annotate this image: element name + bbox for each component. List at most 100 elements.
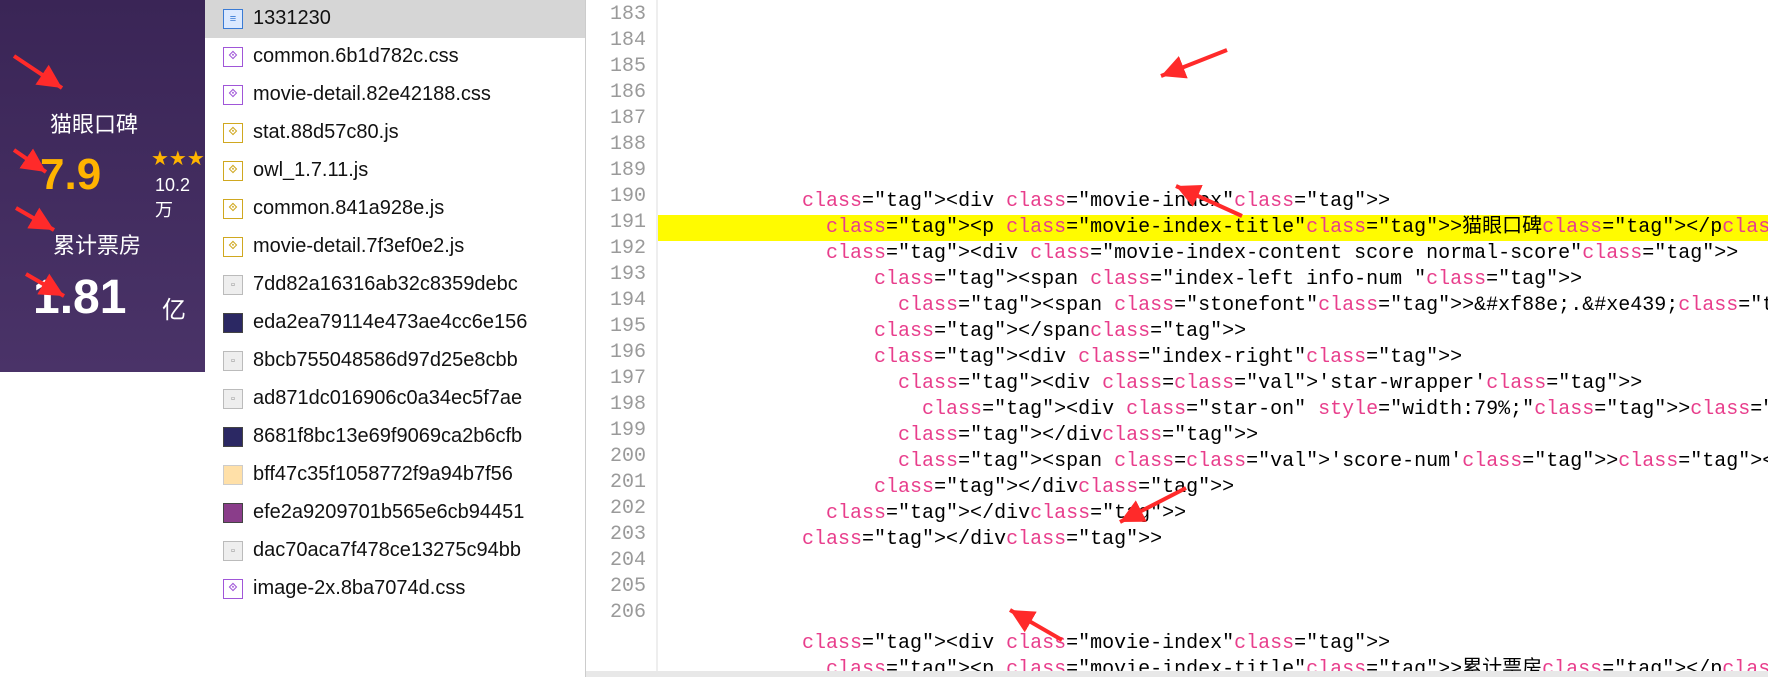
annotation-arrow-icon <box>1153 0 1249 128</box>
boxoffice-value: 1.81 <box>33 270 126 325</box>
code-panel: 1831841851861871881891901911921931941951… <box>586 0 1768 677</box>
file-row[interactable]: ⟐ movie-detail.7f3ef0e2.js <box>205 228 585 266</box>
file-row[interactable]: ≡ 1331230 <box>205 0 585 38</box>
file-row[interactable]: ⟐ movie-detail.82e42188.css <box>205 76 585 114</box>
code-line[interactable] <box>658 163 1768 189</box>
file-row[interactable]: ⟐ stat.88d57c80.js <box>205 114 585 152</box>
code-line[interactable]: class="tag"><div class="index-right"clas… <box>658 345 1768 371</box>
star-icon: ★★★ <box>151 146 205 171</box>
line-number: 199 <box>586 418 656 444</box>
code-line[interactable]: class="tag"><div class="movie-index"clas… <box>658 189 1768 215</box>
file-name: image-2x.8ba7074d.css <box>253 577 465 600</box>
file-name: 7dd82a16316ab32c8359debc <box>253 273 518 296</box>
line-number: 193 <box>586 262 656 288</box>
file-name: dac70aca7f478ce13275c94bb <box>253 539 521 562</box>
line-number: 190 <box>586 184 656 210</box>
file-list-panel: ≡ 1331230 ⟐ common.6b1d782c.css ⟐ movie-detai… <box>205 0 586 677</box>
rating-label: 猫眼口碑 <box>50 107 138 139</box>
line-number: 194 <box>586 288 656 314</box>
file-name: 8bcb755048586d97d25e8cbb <box>253 349 518 372</box>
line-number: 198 <box>586 392 656 418</box>
line-number: 203 <box>586 522 656 548</box>
file-row[interactable]: ▫ ad871dc016906c0a34ec5f7ae <box>205 380 585 418</box>
line-number: 186 <box>586 80 656 106</box>
line-number: 187 <box>586 106 656 132</box>
code-line[interactable]: class="tag"><span class="stonefont"class… <box>658 293 1768 319</box>
code-line[interactable]: class="tag"></divclass="tag">> <box>658 423 1768 449</box>
boxoffice-unit: 亿 <box>162 290 186 325</box>
line-number: 204 <box>586 548 656 574</box>
file-name: efe2a9209701b565e6cb94451 <box>253 501 524 524</box>
file-row[interactable]: eda2ea79114e473ae4cc6e156 <box>205 304 585 342</box>
line-number: 189 <box>586 158 656 184</box>
line-number: 197 <box>586 366 656 392</box>
code-line[interactable]: class="tag"><div class="star-on" style="… <box>658 397 1768 423</box>
file-name: movie-detail.7f3ef0e2.js <box>253 235 464 258</box>
css-file-icon: ⟐ <box>223 47 243 67</box>
file-row[interactable]: ⟐ image-2x.8ba7074d.css <box>205 570 585 608</box>
horizontal-scrollbar[interactable] <box>586 671 1768 677</box>
js-file-icon: ⟐ <box>223 161 243 181</box>
file-row[interactable]: bff47c35f1058772f9a94b7f56 <box>205 456 585 494</box>
code-line[interactable] <box>658 605 1768 631</box>
file-row[interactable]: ▫ dac70aca7f478ce13275c94bb <box>205 532 585 570</box>
line-number: 205 <box>586 574 656 600</box>
code-line[interactable]: class="tag"><p class="movie-index-title"… <box>658 215 1768 241</box>
code-line[interactable]: class="tag"><div class="movie-index"clas… <box>658 631 1768 657</box>
file-name: common.6b1d782c.css <box>253 45 459 68</box>
file-row[interactable]: ⟐ common.6b1d782c.css <box>205 38 585 76</box>
file-name: bff47c35f1058772f9a94b7f56 <box>253 463 513 486</box>
file-row[interactable]: ⟐owl_1.7.11.js <box>205 152 585 190</box>
pic-file-icon <box>223 427 243 447</box>
movie-preview-panel: 猫眼口碑 7.9 ★★★ 10.2万 累计票房 1.81 亿 <box>0 0 205 372</box>
code-line[interactable]: class="tag"><span class=class="val">'sco… <box>658 449 1768 475</box>
code-line[interactable] <box>658 579 1768 605</box>
annotation-arrow-icon <box>12 54 72 94</box>
file-row[interactable]: 8681f8bc13e69f9069ca2b6cfb <box>205 418 585 456</box>
file-name: eda2ea79114e473ae4cc6e156 <box>253 311 527 334</box>
pic-file-icon <box>223 313 243 333</box>
boxoffice-label: 累计票房 <box>53 228 141 260</box>
line-number: 192 <box>586 236 656 262</box>
code-line[interactable]: class="tag"></divclass="tag">> <box>658 527 1768 553</box>
source-code[interactable]: class="tag"><div class="movie-index"clas… <box>658 0 1768 677</box>
line-number: 188 <box>586 132 656 158</box>
rating-score: 7.9 <box>40 150 101 200</box>
css-file-icon: ⟐ <box>223 579 243 599</box>
js-file-icon: ⟐ <box>223 237 243 257</box>
code-line[interactable]: class="tag"><div class=class="val">'star… <box>658 371 1768 397</box>
file-row[interactable]: ▫ 7dd82a16316ab32c8359debc <box>205 266 585 304</box>
file-name: movie-detail.82e42188.css <box>253 83 491 106</box>
file-row[interactable]: ▫ 8bcb755048586d97d25e8cbb <box>205 342 585 380</box>
file-name: 1331230 <box>253 7 331 30</box>
line-gutter: 1831841851861871881891901911921931941951… <box>586 0 658 677</box>
file-name: 8681f8bc13e69f9069ca2b6cfb <box>253 425 522 448</box>
pic2-file-icon <box>223 503 243 523</box>
css-file-icon: ⟐ <box>223 85 243 105</box>
line-number: 183 <box>586 2 656 28</box>
line-number: 184 <box>586 28 656 54</box>
img-file-icon: ▫ <box>223 275 243 295</box>
file-name: stat.88d57c80.js <box>253 121 399 144</box>
img-file-icon: ▫ <box>223 541 243 561</box>
code-line[interactable]: class="tag"></divclass="tag">> <box>658 475 1768 501</box>
code-line[interactable]: class="tag"><span class="index-left info… <box>658 267 1768 293</box>
line-number: 195 <box>586 314 656 340</box>
img-file-icon: ▫ <box>223 351 243 371</box>
js-file-icon: ⟐ <box>223 123 243 143</box>
file-row[interactable]: efe2a9209701b565e6cb94451 <box>205 494 585 532</box>
code-line[interactable] <box>658 553 1768 579</box>
rating-count: 10.2万 <box>155 175 205 222</box>
code-line[interactable]: class="tag"></spanclass="tag">> <box>658 319 1768 345</box>
line-number: 200 <box>586 444 656 470</box>
file-row[interactable]: ⟐common.841a928e.js <box>205 190 585 228</box>
js-file-icon: ⟐ <box>223 199 243 219</box>
av-file-icon <box>223 465 243 485</box>
app-root: 猫眼口碑 7.9 ★★★ 10.2万 累计票房 1.81 亿 ≡ 1331230 ⟐… <box>0 0 1768 677</box>
line-number: 191 <box>586 210 656 236</box>
img-file-icon: ▫ <box>223 389 243 409</box>
code-line[interactable]: class="tag"></divclass="tag">> <box>658 501 1768 527</box>
code-line[interactable]: class="tag"><div class="movie-index-cont… <box>658 241 1768 267</box>
doc-file-icon: ≡ <box>223 9 243 29</box>
file-name: ad871dc016906c0a34ec5f7ae <box>253 387 522 410</box>
